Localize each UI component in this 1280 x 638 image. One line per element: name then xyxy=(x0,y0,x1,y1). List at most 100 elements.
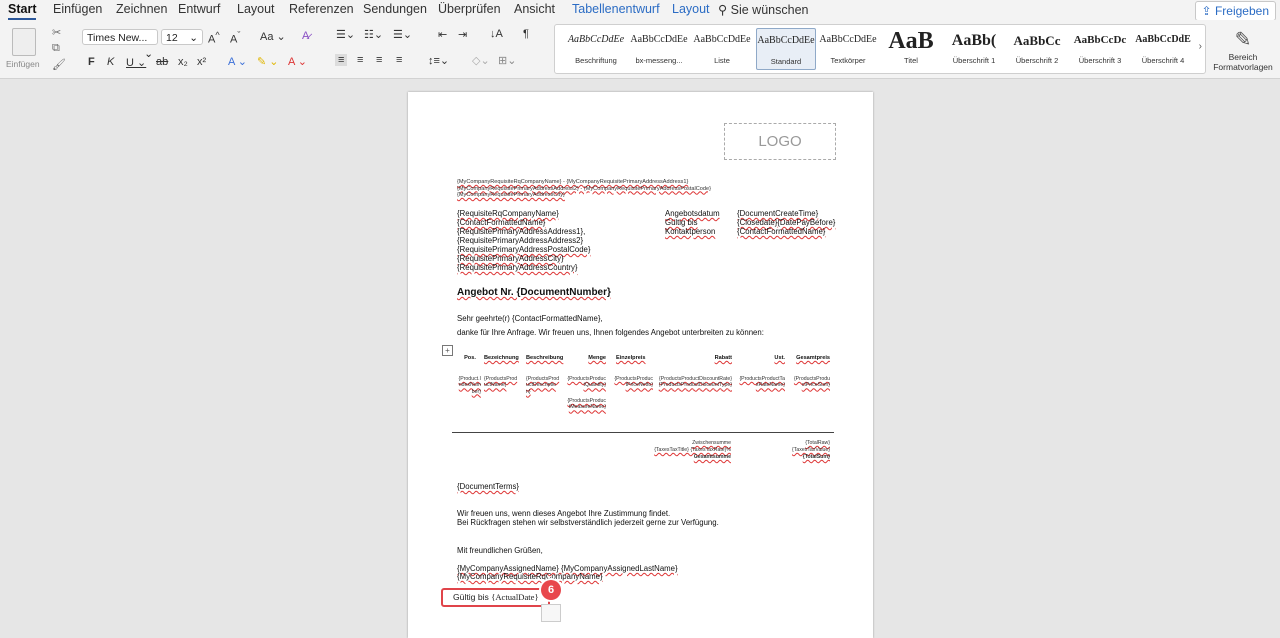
recipient-line: {RequisiteRqCompanyName} xyxy=(457,209,559,218)
highlight-icon[interactable]: ✎ ⌄ xyxy=(257,55,279,68)
bullets-icon[interactable]: ☰⌄ xyxy=(336,28,355,41)
font-name-select[interactable]: Times New... ⌄ xyxy=(82,29,158,60)
table-header: Pos. xyxy=(464,355,476,361)
align-right-icon[interactable]: ≡ xyxy=(376,54,382,66)
italic-button[interactable]: K xyxy=(107,56,114,68)
style-name: bx-messeng... xyxy=(635,56,683,65)
style-name: Standard xyxy=(770,57,802,66)
bold-button[interactable]: F xyxy=(88,56,95,68)
style-ueberschrift-2[interactable]: AaBbCc Überschrift 2 xyxy=(1008,28,1066,68)
table-cell: {ProductsProductMeasureName} xyxy=(567,398,606,411)
style-bx-messenger[interactable]: AaBbCcDdEe bx-messeng... xyxy=(630,28,688,68)
strikethrough-button[interactable]: ab xyxy=(156,56,168,68)
document-terms: {DocumentTerms} xyxy=(457,482,519,491)
superscript-button[interactable]: x² xyxy=(197,56,206,68)
lightbulb-icon: ⚲ xyxy=(718,3,728,17)
style-name: Überschrift 3 xyxy=(1078,56,1122,65)
underline-button[interactable]: U ⌄ xyxy=(126,56,146,69)
table-header: Rabatt xyxy=(714,355,732,361)
style-ueberschrift-4[interactable]: AaBbCcDdE Überschrift 4 xyxy=(1134,28,1192,68)
style-preview: AaBbCcDdEe xyxy=(693,34,751,45)
tab-table-layout[interactable]: Layout xyxy=(672,2,710,16)
clear-formatting-icon[interactable]: A̷ xyxy=(302,30,309,42)
totals-value: {TotalRaw} xyxy=(805,440,830,446)
font-size-select[interactable]: 12 ⌄ xyxy=(161,29,203,45)
subscript-button[interactable]: x₂ xyxy=(178,56,188,68)
valid-until-label: Gültig bis xyxy=(453,592,489,602)
styles-pane-icon: ✎ xyxy=(1234,29,1252,51)
table-header: Menge xyxy=(588,355,606,361)
totals-label: Gesamtsumme xyxy=(693,454,731,460)
style-name: Überschrift 4 xyxy=(1141,56,1185,65)
decrease-indent-icon[interactable]: ⇤ xyxy=(438,28,447,41)
style-liste[interactable]: AaBbCcDdEe Liste xyxy=(693,28,751,68)
shading-icon[interactable]: ◇⌄ xyxy=(472,54,490,67)
table-header: Ust. xyxy=(774,355,785,361)
salutation-text: Sehr geehrte(r) {ContactFormattedName}, xyxy=(457,314,603,323)
tab-einfuegen[interactable]: Einfügen xyxy=(53,2,102,16)
text-effects-icon[interactable]: A ⌄ xyxy=(228,55,247,68)
share-button[interactable]: ⇪ Freigeben xyxy=(1194,1,1276,21)
info-value: {Closedate}{DatePayBefore} xyxy=(737,218,836,227)
tab-referenzen[interactable]: Referenzen xyxy=(289,2,354,16)
pilcrow-icon[interactable]: ¶ xyxy=(523,28,529,40)
multilevel-list-icon[interactable]: ☰⌄ xyxy=(393,28,412,41)
tab-entwurf[interactable]: Entwurf xyxy=(178,2,220,16)
style-preview: AaB xyxy=(888,28,934,54)
borders-icon[interactable]: ⊞⌄ xyxy=(498,54,516,67)
style-beschriftung[interactable]: AaBbCcDdEe Beschriftung xyxy=(567,28,625,68)
style-titel[interactable]: AaB Titel xyxy=(882,28,940,68)
recipient-line: {RequisitePrimaryAddressCountry} xyxy=(457,263,578,272)
tab-sendungen[interactable]: Sendungen xyxy=(363,2,427,16)
tell-me[interactable]: ⚲ Sie wünschen xyxy=(718,2,808,17)
paste-button[interactable]: Einfügen xyxy=(6,26,46,74)
style-standard[interactable]: AaBbCcDdEe Standard xyxy=(756,28,816,70)
tab-ueberpruefen[interactable]: Überprüfen xyxy=(438,2,501,16)
table-cell: {ProductsProductPriceSum} xyxy=(793,376,830,389)
recipient-line: {RequisitePrimaryAddressCity} xyxy=(457,254,564,263)
paste-options-icon[interactable] xyxy=(541,604,561,622)
sender-line: {MyCompanyRequisitePrimaryAddressCity} xyxy=(457,192,565,198)
style-ueberschrift-1[interactable]: AaBb(Überschrift 1 xyxy=(945,28,1003,68)
style-preview: AaBbCcDdEe xyxy=(757,35,815,46)
change-case-icon[interactable]: Aa ⌄ xyxy=(260,30,286,43)
ribbon-tab-bar: Start Einfügen Zeichnen Entwurf Layout R… xyxy=(0,0,1280,21)
table-header: Beschreibung xyxy=(526,355,564,361)
format-painter-icon[interactable]: 🖌 xyxy=(52,58,66,71)
chevron-right-icon[interactable]: › xyxy=(1199,41,1202,52)
style-name: Titel xyxy=(904,56,918,65)
document-page[interactable]: LOGO {MyCompanyRequisiteRqCompanyName} -… xyxy=(408,92,873,638)
align-center-icon[interactable]: ≡ xyxy=(357,54,363,66)
style-preview: AaBbCcDdEe xyxy=(819,34,877,45)
totals-label: {TaxesTaxTitle} {TaxesTaxRate}% xyxy=(654,447,731,453)
style-textkoerper[interactable]: AaBbCcDdEe Textkörper xyxy=(819,28,877,68)
style-name: Beschriftung xyxy=(575,56,617,65)
cut-icon[interactable]: ✂ xyxy=(52,26,61,39)
sort-icon[interactable]: ↓A xyxy=(490,28,503,40)
info-value: {ContactFormattedName} xyxy=(737,227,826,236)
tab-zeichnen[interactable]: Zeichnen xyxy=(116,2,167,16)
info-label: Angebotsdatum xyxy=(665,209,720,218)
clipboard-icon xyxy=(12,28,36,56)
copy-icon[interactable]: ⧉ xyxy=(52,42,60,55)
closing-text: Bei Rückfragen stehen wir selbstverständ… xyxy=(457,518,719,527)
table-cell: {ProductsProductQuantity} xyxy=(567,376,606,389)
line-spacing-icon[interactable]: ↕≡⌄ xyxy=(428,54,449,67)
table-move-handle-icon[interactable]: + xyxy=(442,345,453,356)
grow-font-icon[interactable]: A^ xyxy=(208,30,220,46)
styles-pane-button[interactable]: ✎ Bereich Formatvorlagen xyxy=(1208,27,1278,77)
table-cell: {ProductsProductPriceNetto} xyxy=(614,376,653,389)
chevron-down-icon: ⌄ xyxy=(189,32,198,44)
align-left-icon[interactable]: ≡ xyxy=(335,54,348,66)
font-color-icon[interactable]: A ⌄ xyxy=(288,55,307,68)
tab-tabellenentwurf[interactable]: Tabellenentwurf xyxy=(572,2,660,16)
increase-indent-icon[interactable]: ⇥ xyxy=(458,28,467,41)
tab-start[interactable]: Start xyxy=(8,2,37,20)
tab-layout[interactable]: Layout xyxy=(237,2,275,16)
highlighted-text-box[interactable]: Gültig bis {ActualDate} xyxy=(441,588,550,607)
numbering-icon[interactable]: ☷⌄ xyxy=(364,28,383,41)
justify-icon[interactable]: ≡ xyxy=(396,54,402,66)
style-ueberschrift-3[interactable]: AaBbCcDc Überschrift 3 xyxy=(1071,28,1129,68)
tab-ansicht[interactable]: Ansicht xyxy=(514,2,555,16)
shrink-font-icon[interactable]: Aˇ xyxy=(230,30,240,46)
